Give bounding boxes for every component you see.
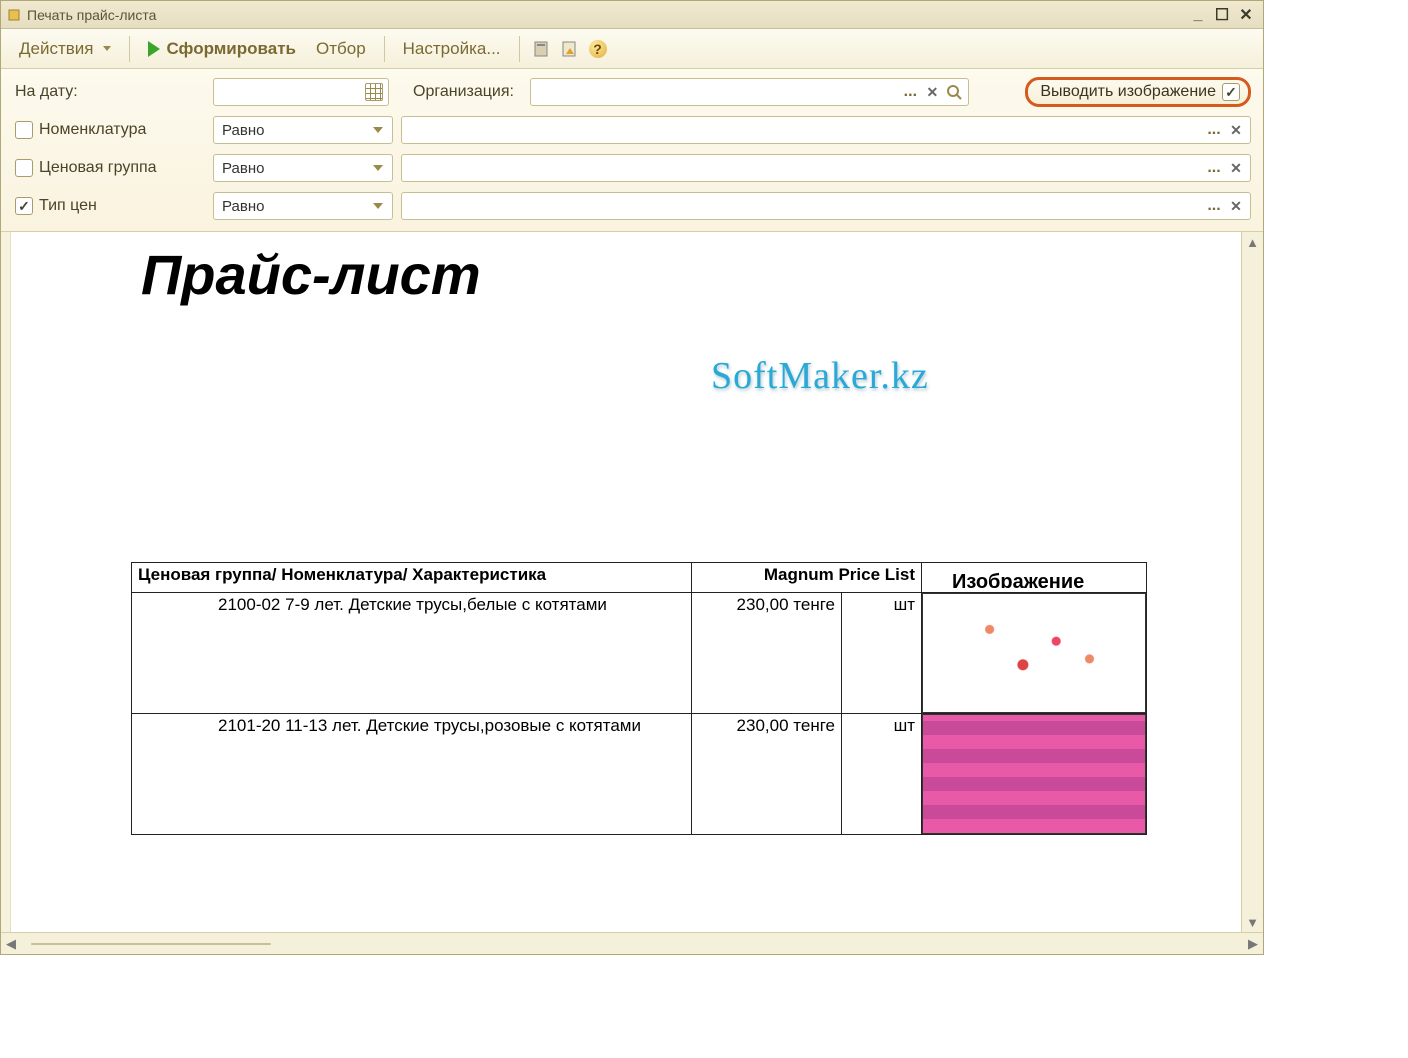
col-header-name: Ценовая группа/ Номенклатура/ Характерис… <box>132 563 692 593</box>
filter-value-input[interactable]: ... ✕ <box>401 116 1251 144</box>
org-search-icon[interactable] <box>943 81 965 103</box>
report-title: Прайс-лист <box>141 242 481 307</box>
show-image-label: Выводить изображение <box>1040 83 1216 101</box>
date-input[interactable] <box>213 78 389 106</box>
filter-op-combo[interactable]: Равно <box>213 192 393 220</box>
item-unit: шт <box>842 714 922 835</box>
filter-value-input[interactable]: ... ✕ <box>401 192 1251 220</box>
calendar-icon[interactable] <box>363 81 385 103</box>
help-button[interactable]: ? <box>586 37 610 61</box>
left-gutter <box>1 232 11 932</box>
chevron-down-icon <box>373 203 383 209</box>
toolbar-icon-1[interactable] <box>530 37 554 61</box>
org-choose-icon[interactable]: ... <box>899 81 921 103</box>
choose-icon[interactable]: ... <box>1203 195 1225 217</box>
col-header-image: Изображение <box>922 563 1147 593</box>
filter-value-input[interactable]: ... ✕ <box>401 154 1251 182</box>
choose-icon[interactable]: ... <box>1203 157 1225 179</box>
close-button[interactable]: ✕ <box>1235 6 1257 24</box>
org-input[interactable]: ... ✕ <box>530 78 969 106</box>
actions-menu[interactable]: Действия <box>11 35 119 63</box>
item-image <box>922 714 1147 835</box>
horizontal-scrollbar[interactable]: ◀ ▶ <box>1 932 1263 954</box>
scroll-left-icon[interactable]: ◀ <box>1 933 21 954</box>
filter-checkbox[interactable] <box>15 121 33 139</box>
date-label: На дату: <box>15 83 205 101</box>
report-sheet[interactable]: Прайс-лист SoftMaker.kz Ценовая группа/ … <box>11 232 1241 932</box>
col-header-price: Magnum Price List <box>692 563 922 593</box>
filter-label: Тип цен <box>39 197 97 215</box>
org-label: Организация: <box>413 83 522 101</box>
item-price: 230,00 тенге <box>692 714 842 835</box>
show-image-checkbox[interactable] <box>1222 83 1240 101</box>
toolbar: Действия Сформировать Отбор Настройка...… <box>1 29 1263 69</box>
filter-op-combo[interactable]: Равно <box>213 154 393 182</box>
show-image-toggle[interactable]: Выводить изображение <box>1025 77 1251 107</box>
table-row: 2101-20 11-13 лет. Детские трусы,розовые… <box>132 714 1147 835</box>
table-row: 2100-02 7-9 лет. Детские трусы,белые с к… <box>132 593 1147 714</box>
scroll-thumb[interactable] <box>31 943 271 945</box>
item-name: 2100-02 7-9 лет. Детские трусы,белые с к… <box>138 595 685 615</box>
filter-checkbox[interactable] <box>15 159 33 177</box>
filters-panel: На дату: Организация: ... ✕ Выводить изо… <box>1 69 1263 231</box>
help-icon: ? <box>589 40 607 58</box>
filter-row: Тип цен Равно ... ✕ <box>15 191 1251 221</box>
app-icon <box>7 8 21 22</box>
clear-icon[interactable]: ✕ <box>1225 119 1247 141</box>
settings-button[interactable]: Настройка... <box>395 35 509 63</box>
clear-icon[interactable]: ✕ <box>1225 157 1247 179</box>
filter-row: Номенклатура Равно ... ✕ <box>15 115 1251 145</box>
maximize-button[interactable]: ☐ <box>1211 6 1233 24</box>
clear-icon[interactable]: ✕ <box>1225 195 1247 217</box>
filter-op-combo[interactable]: Равно <box>213 116 393 144</box>
titlebar: Печать прайс-листа _ ☐ ✕ <box>1 1 1263 29</box>
report-area: Прайс-лист SoftMaker.kz Ценовая группа/ … <box>1 231 1263 954</box>
org-clear-icon[interactable]: ✕ <box>921 81 943 103</box>
toolbar-icon-2[interactable] <box>558 37 582 61</box>
chevron-down-icon <box>373 127 383 133</box>
filter-label: Номенклатура <box>39 121 146 139</box>
item-unit: шт <box>842 593 922 714</box>
scroll-right-icon[interactable]: ▶ <box>1243 933 1263 954</box>
filter-row: Ценовая группа Равно ... ✕ <box>15 153 1251 183</box>
item-name: 2101-20 11-13 лет. Детские трусы,розовые… <box>138 716 685 736</box>
report-table: Ценовая группа/ Номенклатура/ Характерис… <box>131 562 1147 835</box>
filter-checkbox[interactable] <box>15 197 33 215</box>
minimize-button[interactable]: _ <box>1187 6 1209 24</box>
generate-button[interactable]: Сформировать <box>140 35 304 63</box>
play-icon <box>148 41 160 57</box>
selection-button[interactable]: Отбор <box>308 35 374 63</box>
watermark: SoftMaker.kz <box>711 354 929 398</box>
vertical-scrollbar[interactable]: ▲ ▼ <box>1241 232 1263 932</box>
item-price: 230,00 тенге <box>692 593 842 714</box>
scroll-down-icon[interactable]: ▼ <box>1242 912 1263 932</box>
filter-label: Ценовая группа <box>39 159 157 177</box>
choose-icon[interactable]: ... <box>1203 119 1225 141</box>
window-title: Печать прайс-листа <box>27 7 156 23</box>
scroll-up-icon[interactable]: ▲ <box>1242 232 1263 252</box>
item-image <box>922 593 1147 714</box>
chevron-down-icon <box>373 165 383 171</box>
chevron-down-icon <box>103 46 111 51</box>
